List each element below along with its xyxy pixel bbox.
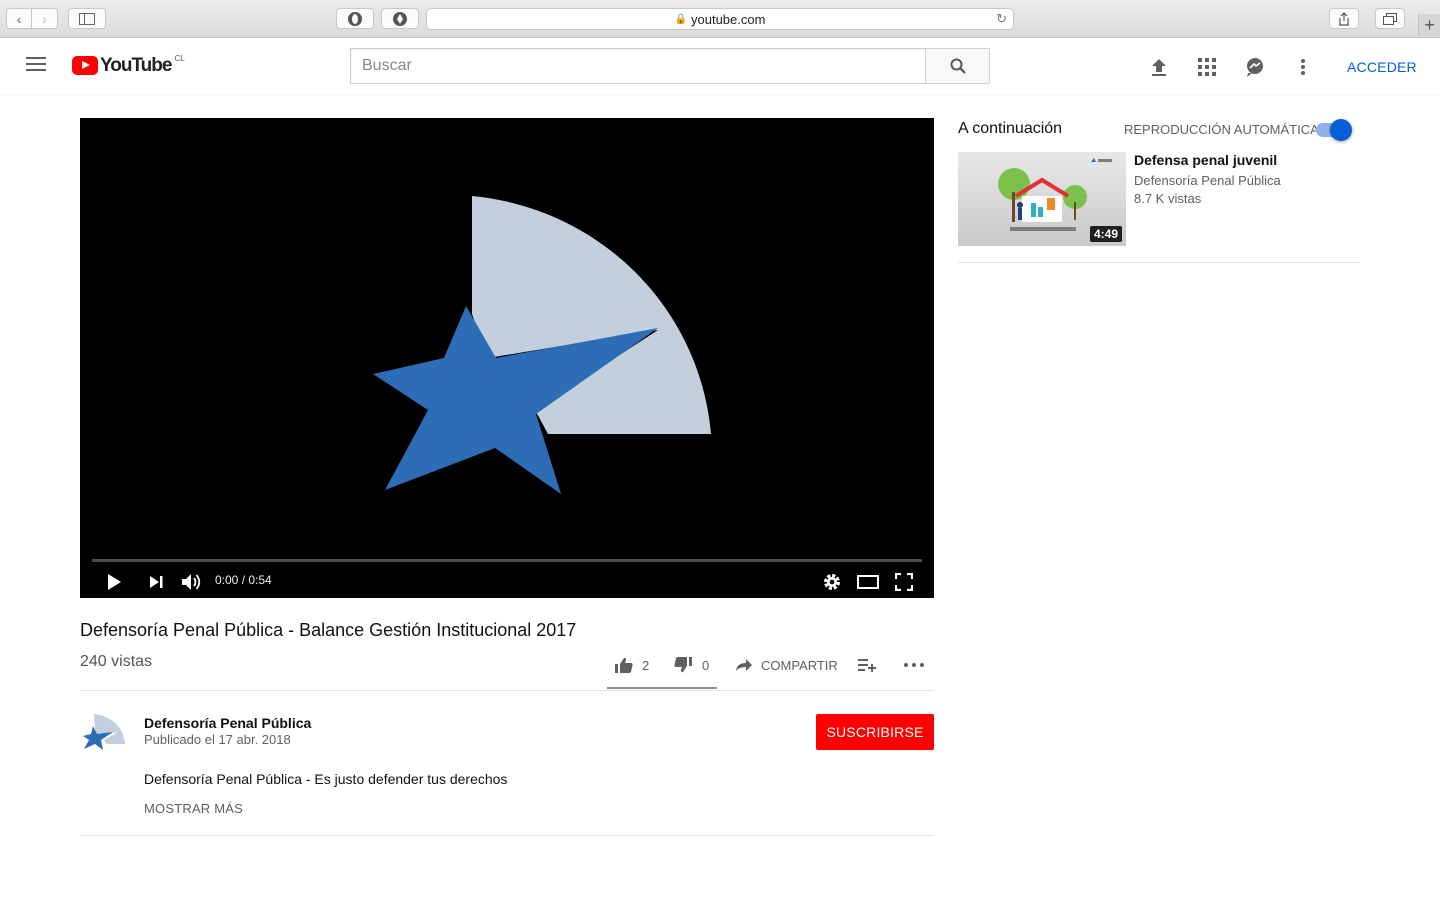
autoplay-toggle[interactable] (1316, 119, 1352, 141)
extension-button-2[interactable] (381, 8, 419, 29)
channel-avatar[interactable] (80, 712, 128, 760)
lock-icon: 🔒 (674, 13, 687, 25)
extension-button-1[interactable] (336, 8, 374, 29)
search-icon (950, 58, 966, 74)
progress-bar[interactable] (92, 559, 922, 562)
player-controls: 0:00 / 0:54 (80, 564, 934, 598)
video-player[interactable]: 0:00 / 0:54 (80, 118, 934, 598)
search-button[interactable] (925, 48, 990, 84)
new-tab-button[interactable]: + (1418, 14, 1440, 36)
shield-icon (393, 11, 407, 26)
address-bar[interactable]: 🔒 youtube.com ↻ (426, 8, 1014, 30)
logo-text: YouTube (100, 55, 172, 76)
toggle-knob (1330, 119, 1352, 141)
add-to-playlist-button[interactable] (858, 650, 876, 680)
browser-toolbar: ‹ › 🔒 youtube.com ↻ + (0, 0, 1440, 38)
play-icon[interactable] (104, 570, 124, 594)
sidebar-divider (958, 262, 1360, 263)
like-count: 2 (642, 657, 650, 673)
time-display: 0:00 / 0:54 (215, 573, 272, 587)
share-video-button[interactable]: COMPARTIR (735, 650, 838, 680)
sentiment-bar (607, 687, 717, 689)
description-divider (80, 835, 934, 836)
play-logo-icon (72, 56, 98, 75)
playlist-add-icon (858, 659, 876, 672)
reload-icon[interactable]: ↻ (996, 11, 1007, 27)
theater-mode-icon[interactable] (856, 570, 880, 594)
upload-icon[interactable] (1148, 56, 1170, 78)
thumb-down-icon (674, 657, 692, 673)
video-description: Defensoría Penal Pública - Es justo defe… (144, 771, 508, 787)
publish-date: Publicado el 17 abr. 2018 (144, 732, 291, 747)
dislike-count: 0 (702, 657, 710, 673)
tabs-icon (1383, 12, 1397, 25)
more-actions-button[interactable] (904, 650, 924, 680)
sidebar-icon (79, 12, 95, 25)
country-code: CL (174, 54, 185, 63)
autoplay-label: REPRODUCCIÓN AUTOMÁTICA (1124, 122, 1319, 137)
masthead: YouTube CL Buscar ACCEDER (0, 38, 1440, 94)
thumb-up-icon (615, 657, 633, 673)
share-icon (1339, 11, 1349, 26)
menu-icon[interactable] (26, 57, 46, 73)
shield-icon (348, 11, 362, 26)
tabs-button[interactable] (1375, 8, 1405, 29)
share-button[interactable] (1329, 8, 1359, 29)
share-arrow-icon (736, 659, 752, 671)
share-label: COMPARTIR (761, 657, 838, 673)
show-more-button[interactable]: MOSTRAR MÁS (144, 801, 243, 816)
recommendation-title[interactable]: Defensa penal juvenil (1134, 152, 1277, 168)
subscribe-button[interactable]: SUSCRIBIRSE (816, 714, 934, 750)
dislike-button[interactable]: 0 (673, 650, 709, 680)
video-frame-logo (373, 196, 711, 494)
view-count: 240 vistas (80, 653, 153, 670)
recommendation-thumbnail[interactable]: 4:49 (958, 152, 1126, 246)
apps-icon[interactable] (1196, 56, 1218, 78)
up-next-heading: A continuación (958, 120, 1063, 137)
settings-icon[interactable] (821, 570, 843, 594)
like-button[interactable]: 2 (614, 650, 649, 680)
next-icon[interactable] (146, 570, 166, 594)
video-duration: 4:49 (1089, 226, 1122, 242)
more-horiz-icon (904, 663, 924, 667)
channel-name[interactable]: Defensoría Penal Pública (144, 715, 311, 731)
youtube-logo[interactable]: YouTube CL (72, 54, 185, 76)
video-title: Defensoría Penal Pública - Balance Gesti… (80, 620, 577, 640)
fullscreen-icon[interactable] (892, 570, 916, 594)
signin-button[interactable]: ACCEDER (1347, 59, 1417, 75)
forward-button[interactable]: › (32, 8, 58, 29)
recommendation-views: 8.7 K vistas (1134, 191, 1202, 206)
search-input[interactable]: Buscar (350, 48, 926, 84)
back-button[interactable]: ‹ (6, 8, 32, 29)
info-divider (80, 690, 934, 691)
browser-nav: ‹ › (6, 8, 58, 29)
messages-icon[interactable] (1244, 56, 1266, 78)
recommendation-channel: Defensoría Penal Pública (1134, 173, 1281, 188)
url-text: youtube.com (691, 11, 766, 27)
volume-icon[interactable] (180, 570, 204, 594)
sidebar-toggle-button[interactable] (68, 8, 106, 29)
more-vert-icon[interactable] (1292, 56, 1314, 78)
